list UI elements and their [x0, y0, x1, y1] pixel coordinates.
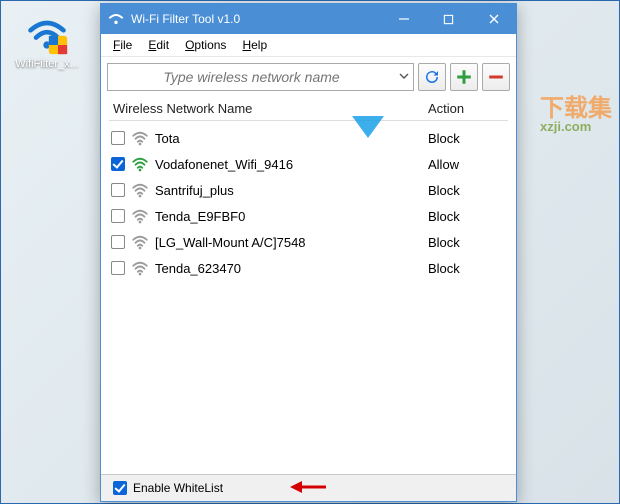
- list-header: Wireless Network Name Action: [109, 97, 508, 118]
- network-action: Block: [428, 131, 508, 146]
- minimize-button[interactable]: [381, 4, 426, 34]
- row-checkbox[interactable]: [111, 183, 125, 197]
- row-checkbox[interactable]: [111, 157, 125, 171]
- network-action: Block: [428, 209, 508, 224]
- menu-edit[interactable]: Edit: [140, 36, 177, 54]
- menu-options[interactable]: Options: [177, 36, 234, 54]
- menu-file[interactable]: File: [105, 36, 140, 54]
- table-row[interactable]: [LG_Wall-Mount A/C]7548 Block: [109, 229, 508, 255]
- row-checkbox[interactable]: [111, 235, 125, 249]
- wifi-signal-icon: [131, 181, 149, 199]
- footer: Enable WhiteList: [101, 474, 516, 501]
- wifi-signal-icon: [131, 233, 149, 251]
- header-name: Wireless Network Name: [109, 101, 428, 116]
- menu-help[interactable]: Help: [234, 36, 275, 54]
- window-title: Wi-Fi Filter Tool v1.0: [131, 12, 381, 26]
- desktop-shortcut-label: WifiFilter_x...: [12, 58, 82, 70]
- network-action: Block: [428, 261, 508, 276]
- row-checkbox[interactable]: [111, 209, 125, 223]
- table-row[interactable]: Tenda_E9FBF0 Block: [109, 203, 508, 229]
- watermark: 下载集 xzji.com: [540, 88, 612, 134]
- remove-button[interactable]: [482, 63, 510, 91]
- window-icon: [107, 10, 125, 28]
- wifi-signal-icon: [131, 259, 149, 277]
- close-button[interactable]: [471, 4, 516, 34]
- network-name: Tota: [155, 131, 428, 146]
- desktop-shortcut[interactable]: WifiFilter_x...: [12, 12, 82, 70]
- add-button[interactable]: [450, 63, 478, 91]
- network-name: Santrifuj_plus: [155, 183, 428, 198]
- maximize-button[interactable]: [426, 4, 471, 34]
- network-name: Vodafonenet_Wifi_9416: [155, 157, 428, 172]
- table-row[interactable]: Santrifuj_plus Block: [109, 177, 508, 203]
- app-icon: [25, 12, 69, 56]
- wifi-signal-icon: [131, 155, 149, 173]
- table-row[interactable]: Tenda_623470 Block: [109, 255, 508, 281]
- app-window: Wi-Fi Filter Tool v1.0 File Edit Options…: [100, 3, 517, 502]
- toolbar: [101, 57, 516, 97]
- network-name: [LG_Wall-Mount A/C]7548: [155, 235, 428, 250]
- titlebar[interactable]: Wi-Fi Filter Tool v1.0: [101, 4, 516, 34]
- refresh-button[interactable]: [418, 63, 446, 91]
- row-checkbox[interactable]: [111, 261, 125, 275]
- header-action: Action: [428, 101, 508, 116]
- network-action: Allow: [428, 157, 508, 172]
- wifi-signal-icon: [131, 207, 149, 225]
- enable-whitelist-checkbox[interactable]: [113, 481, 127, 495]
- row-checkbox[interactable]: [111, 131, 125, 145]
- network-name: Tenda_623470: [155, 261, 428, 276]
- divider: [109, 120, 508, 121]
- table-row[interactable]: Vodafonenet_Wifi_9416 Allow: [109, 151, 508, 177]
- table-row[interactable]: Tota Block: [109, 125, 508, 151]
- network-search-combo[interactable]: [107, 63, 414, 91]
- network-name: Tenda_E9FBF0: [155, 209, 428, 224]
- menubar: File Edit Options Help: [101, 34, 516, 57]
- network-action: Block: [428, 183, 508, 198]
- enable-whitelist-label[interactable]: Enable WhiteList: [133, 481, 223, 495]
- chevron-down-icon[interactable]: [395, 70, 413, 84]
- network-action: Block: [428, 235, 508, 250]
- search-input[interactable]: [108, 69, 395, 85]
- wifi-signal-icon: [131, 129, 149, 147]
- network-list: Wireless Network Name Action Tota Block …: [101, 97, 516, 281]
